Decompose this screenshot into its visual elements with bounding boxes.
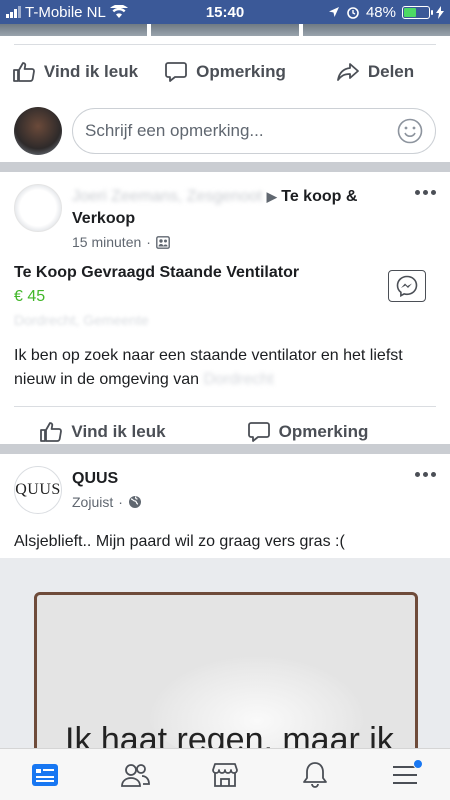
notifications-icon [303, 761, 327, 788]
bottom-nav [0, 748, 450, 800]
post-3: QUUS QUUS Zojuist · Alsjeblieft.. Mijn p… [0, 454, 450, 554]
like-icon [13, 62, 35, 82]
smiley-icon[interactable] [397, 118, 423, 144]
nav-friends[interactable] [115, 755, 155, 795]
post-2: Joeri Zeemans, Zesgenoot ▶ Te koop & Ver… [0, 172, 450, 444]
listing-location: Dordrecht, Gemeente [14, 312, 149, 328]
group-name[interactable]: Te koop & [281, 188, 357, 205]
friends-icon [156, 235, 170, 249]
feed-divider [0, 162, 450, 172]
more-options-button[interactable] [415, 472, 436, 477]
post-author-avatar[interactable] [14, 184, 62, 232]
like-label: Vind ik leuk [43, 62, 139, 81]
comment-button[interactable]: Opmerking [150, 60, 300, 84]
alarm-icon [347, 7, 359, 19]
friends-nav-icon [121, 763, 150, 787]
nav-notifications[interactable] [295, 755, 335, 795]
comment-icon [165, 62, 188, 82]
carrier: T-Mobile NL [25, 3, 106, 21]
image-frame: Ik haat regen, maar ik [34, 592, 418, 748]
post-body-blurred: Dordrecht [203, 371, 274, 388]
battery-icon [402, 5, 433, 19]
post-header-title[interactable]: Joeri Zeemans, Zesgenoot ▶ Te koop & Ver… [72, 186, 436, 230]
post-body: Alsjeblieft.. Mijn paard wil zo graag ve… [14, 533, 345, 550]
post-time[interactable]: 15 minuten [72, 234, 141, 250]
nav-menu[interactable] [385, 755, 425, 795]
author-name[interactable]: QUUS [72, 468, 436, 490]
post-time[interactable]: Zojuist [72, 494, 113, 510]
status-bar: T-Mobile NL 15:40 48% [0, 0, 450, 24]
listing-price: € 45 [14, 288, 46, 305]
author-name[interactable]: Joeri Zeemans, Zesgenoot [72, 188, 262, 205]
more-options-button[interactable] [415, 190, 436, 195]
comment-button[interactable]: Opmerking [205, 420, 410, 444]
globe-icon [128, 496, 141, 508]
location-arrow-icon [328, 7, 339, 17]
post-body: Ik ben op zoek naar een staande ventilat… [0, 332, 450, 392]
previous-post-images [0, 24, 450, 36]
share-icon [336, 63, 359, 81]
news-feed-icon [32, 763, 58, 786]
notification-badge [413, 758, 423, 769]
comment-label: Opmerking [196, 62, 286, 81]
comment-placeholder: Schrijf een opmerking... [85, 121, 264, 140]
image-caption: Ik haat regen, maar ik [65, 721, 394, 748]
messenger-icon [396, 275, 418, 297]
like-icon [40, 422, 63, 442]
feed-divider [0, 444, 450, 454]
like-button[interactable]: Vind ik leuk [0, 420, 205, 444]
comment-icon [247, 422, 270, 442]
wifi-icon [109, 5, 128, 18]
like-label: Vind ik leuk [71, 422, 166, 441]
comment-composer: Schrijf een opmerking... [0, 99, 450, 163]
user-avatar [14, 107, 62, 155]
share-label: Delen [367, 62, 415, 81]
comment-input[interactable]: Schrijf een opmerking... [72, 108, 436, 154]
post-author-avatar[interactable]: QUUS [14, 466, 62, 514]
messenger-button[interactable] [388, 270, 426, 302]
nav-news-feed[interactable] [25, 755, 65, 795]
comment-label: Opmerking [278, 422, 369, 441]
listing-title[interactable]: Te Koop Gevraagd Staande Ventilator [0, 250, 450, 282]
arrow-icon: ▶ [266, 189, 277, 204]
signal-icon [6, 6, 21, 18]
like-button[interactable]: Vind ik leuk [0, 60, 150, 84]
charging-icon [436, 5, 444, 19]
marketplace-icon [212, 762, 238, 787]
battery-percent: 48% [365, 3, 396, 21]
share-button[interactable]: Delen [300, 60, 450, 84]
post-image[interactable]: Ik haat regen, maar ik [0, 558, 450, 748]
group-name-2[interactable]: Verkoop [72, 210, 135, 227]
nav-marketplace[interactable] [205, 755, 245, 795]
post-1: Vind ik leuk Opmerking Delen Schrijf een… [0, 44, 450, 163]
